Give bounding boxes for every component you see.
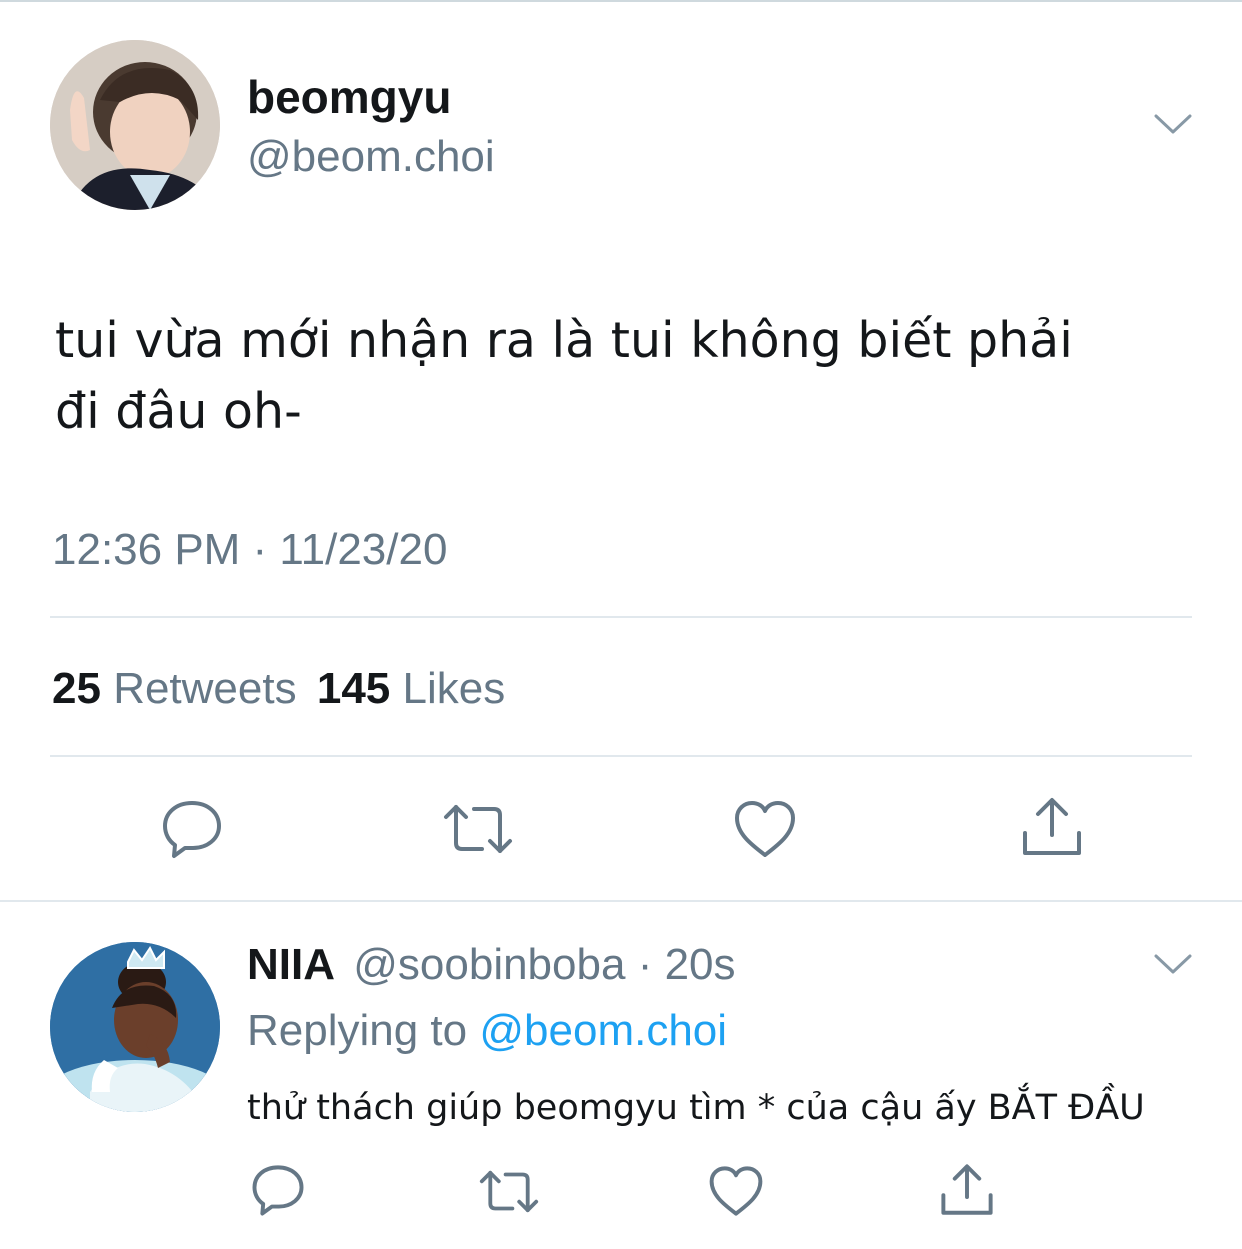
likes-label[interactable]: Likes [403,664,506,713]
reply-bubble-icon [160,798,224,860]
reply-button[interactable] [156,795,228,863]
author-avatar[interactable] [50,40,220,210]
section-divider [0,900,1242,902]
tweet-stats: 25 Retweets 145 Likes [52,664,505,714]
share-icon [938,1162,996,1218]
likes-count[interactable]: 145 [317,664,390,713]
replying-to: Replying to @beom.choi [247,1006,727,1056]
reply-header: NIIA @soobinboba · 20s [247,940,736,990]
replying-to-handle[interactable]: @beom.choi [479,1006,727,1055]
retweets-count[interactable]: 25 [52,664,101,713]
top-divider [0,0,1242,2]
retweet-button[interactable] [437,798,519,860]
author-name[interactable]: beomgyu [247,70,451,124]
replying-to-label: Replying to [247,1006,468,1055]
reply-bubble-icon [250,1163,306,1217]
heart-icon [707,1164,765,1218]
reply-author-handle[interactable]: @soobinboba [353,940,625,989]
reply-author-name[interactable]: NIIA [247,940,335,989]
reply-time[interactable]: 20s [665,940,736,989]
divider [50,755,1192,757]
author-handle[interactable]: @beom.choi [247,132,495,182]
tweet-text-line-1: tui vừa mới nhận ra là tui không biết ph… [55,312,1073,369]
reply-separator: · [637,940,653,989]
reply-text: thử thách giúp beomgyu tìm * của cậu ấy … [247,1088,1145,1128]
tweet-text: tui vừa mới nhận ra là tui không biết ph… [55,305,1195,447]
reply-share-button[interactable] [936,1160,998,1220]
tweet-text-line-2: đi đâu oh- [55,383,302,440]
retweet-icon [438,799,518,859]
share-icon [1019,795,1085,859]
retweets-label[interactable]: Retweets [113,664,296,713]
chevron-down-icon[interactable] [1153,952,1193,978]
heart-icon [732,798,798,860]
like-button[interactable] [730,797,800,861]
divider [50,616,1192,618]
tweet-timestamp[interactable]: 12:36 PM · 11/23/20 [52,525,447,575]
tweet-detail-screen: beomgyu @beom.choi tui vừa mới nhận ra l… [0,0,1242,1249]
retweet-icon [475,1166,543,1217]
reply-like-button[interactable] [706,1164,766,1218]
reply-reply-button[interactable] [248,1162,308,1218]
reply-author-avatar[interactable] [50,942,220,1112]
reply-retweet-button[interactable] [474,1165,544,1217]
chevron-down-icon[interactable] [1153,112,1193,138]
share-button[interactable] [1016,794,1088,860]
